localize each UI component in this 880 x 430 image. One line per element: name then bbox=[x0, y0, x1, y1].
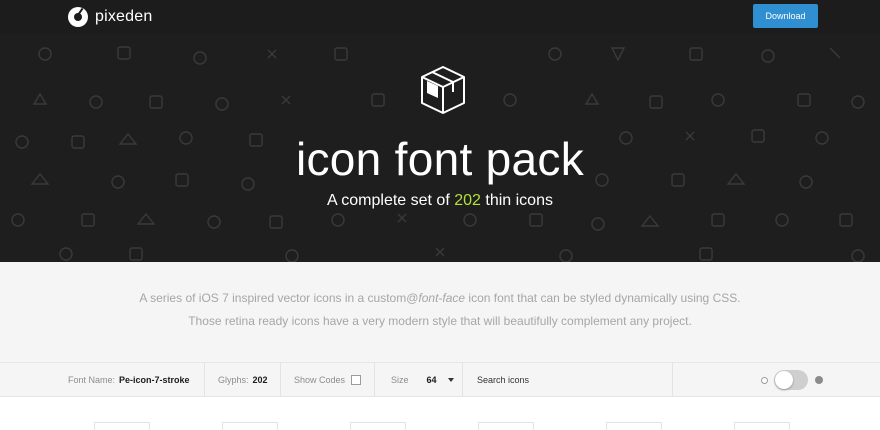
icon-card[interactable] bbox=[606, 422, 662, 430]
icon-card[interactable] bbox=[350, 422, 406, 430]
size-label: Size bbox=[391, 374, 409, 385]
icon-filter-toolbar: Font Name: Pe-icon-7-stroke Glyphs: 202 … bbox=[0, 362, 880, 397]
glyphs-label: Glyphs: bbox=[218, 374, 249, 385]
icon-count: 202 bbox=[454, 192, 481, 209]
pixeden-logo[interactable]: pixeden bbox=[68, 7, 152, 27]
icon-card[interactable] bbox=[478, 422, 534, 430]
toolbar-divider bbox=[374, 363, 375, 396]
size-select[interactable]: Size 64 bbox=[391, 363, 454, 396]
font-face-term: font-face bbox=[418, 291, 466, 305]
icon-grid bbox=[0, 397, 880, 430]
toolbar-divider bbox=[672, 363, 673, 396]
small-size-dot-icon[interactable] bbox=[761, 377, 768, 384]
description-line-2: Those retina ready icons have a very mod… bbox=[188, 314, 692, 328]
size-value: 64 bbox=[426, 374, 437, 385]
glyphs-info: Glyphs: 202 bbox=[218, 363, 268, 396]
hero-banner: icon font pack A complete set of 202 thi… bbox=[0, 34, 880, 262]
icon-card[interactable] bbox=[94, 422, 150, 430]
toolbar-divider bbox=[462, 363, 463, 396]
pixeden-logo-icon bbox=[68, 7, 88, 27]
large-size-dot-icon[interactable] bbox=[815, 376, 823, 384]
chevron-down-icon bbox=[447, 377, 454, 382]
icon-card[interactable] bbox=[734, 422, 790, 430]
description-line-1: A series of iOS 7 inspired vector icons … bbox=[0, 291, 880, 305]
download-button[interactable]: Download bbox=[753, 4, 818, 28]
show-codes-toggle[interactable]: Show Codes bbox=[294, 363, 362, 396]
font-name-info: Font Name: Pe-icon-7-stroke bbox=[68, 363, 190, 396]
show-codes-checkbox[interactable] bbox=[351, 374, 362, 385]
toolbar-divider bbox=[280, 363, 281, 396]
icon-size-toggle[interactable] bbox=[774, 370, 808, 390]
icon-card[interactable] bbox=[222, 422, 278, 430]
font-name-label: Font Name: bbox=[68, 374, 116, 385]
top-navigation-bar: pixeden Download bbox=[0, 0, 880, 34]
show-codes-label: Show Codes bbox=[294, 374, 346, 385]
font-name-value: Pe-icon-7-stroke bbox=[119, 374, 190, 385]
description-section: A series of iOS 7 inspired vector icons … bbox=[0, 262, 880, 362]
toolbar-divider bbox=[204, 363, 205, 396]
subtitle-prefix: A complete set of bbox=[327, 192, 455, 209]
package-box-icon bbox=[421, 66, 465, 114]
hero-title: icon font pack bbox=[295, 133, 585, 185]
subtitle-suffix: thin icons bbox=[480, 192, 553, 209]
description-line-1-start: A series of iOS 7 inspired vector icons … bbox=[139, 291, 419, 305]
description-line-1-end: icon font that can be styled dynamically… bbox=[465, 291, 741, 305]
brand-name: pixeden bbox=[95, 8, 153, 25]
search-input[interactable] bbox=[472, 367, 668, 392]
hero-subtitle: A complete set of 202 thin icons bbox=[0, 192, 880, 210]
toggle-knob[interactable] bbox=[775, 371, 793, 389]
glyphs-value: 202 bbox=[252, 374, 268, 385]
